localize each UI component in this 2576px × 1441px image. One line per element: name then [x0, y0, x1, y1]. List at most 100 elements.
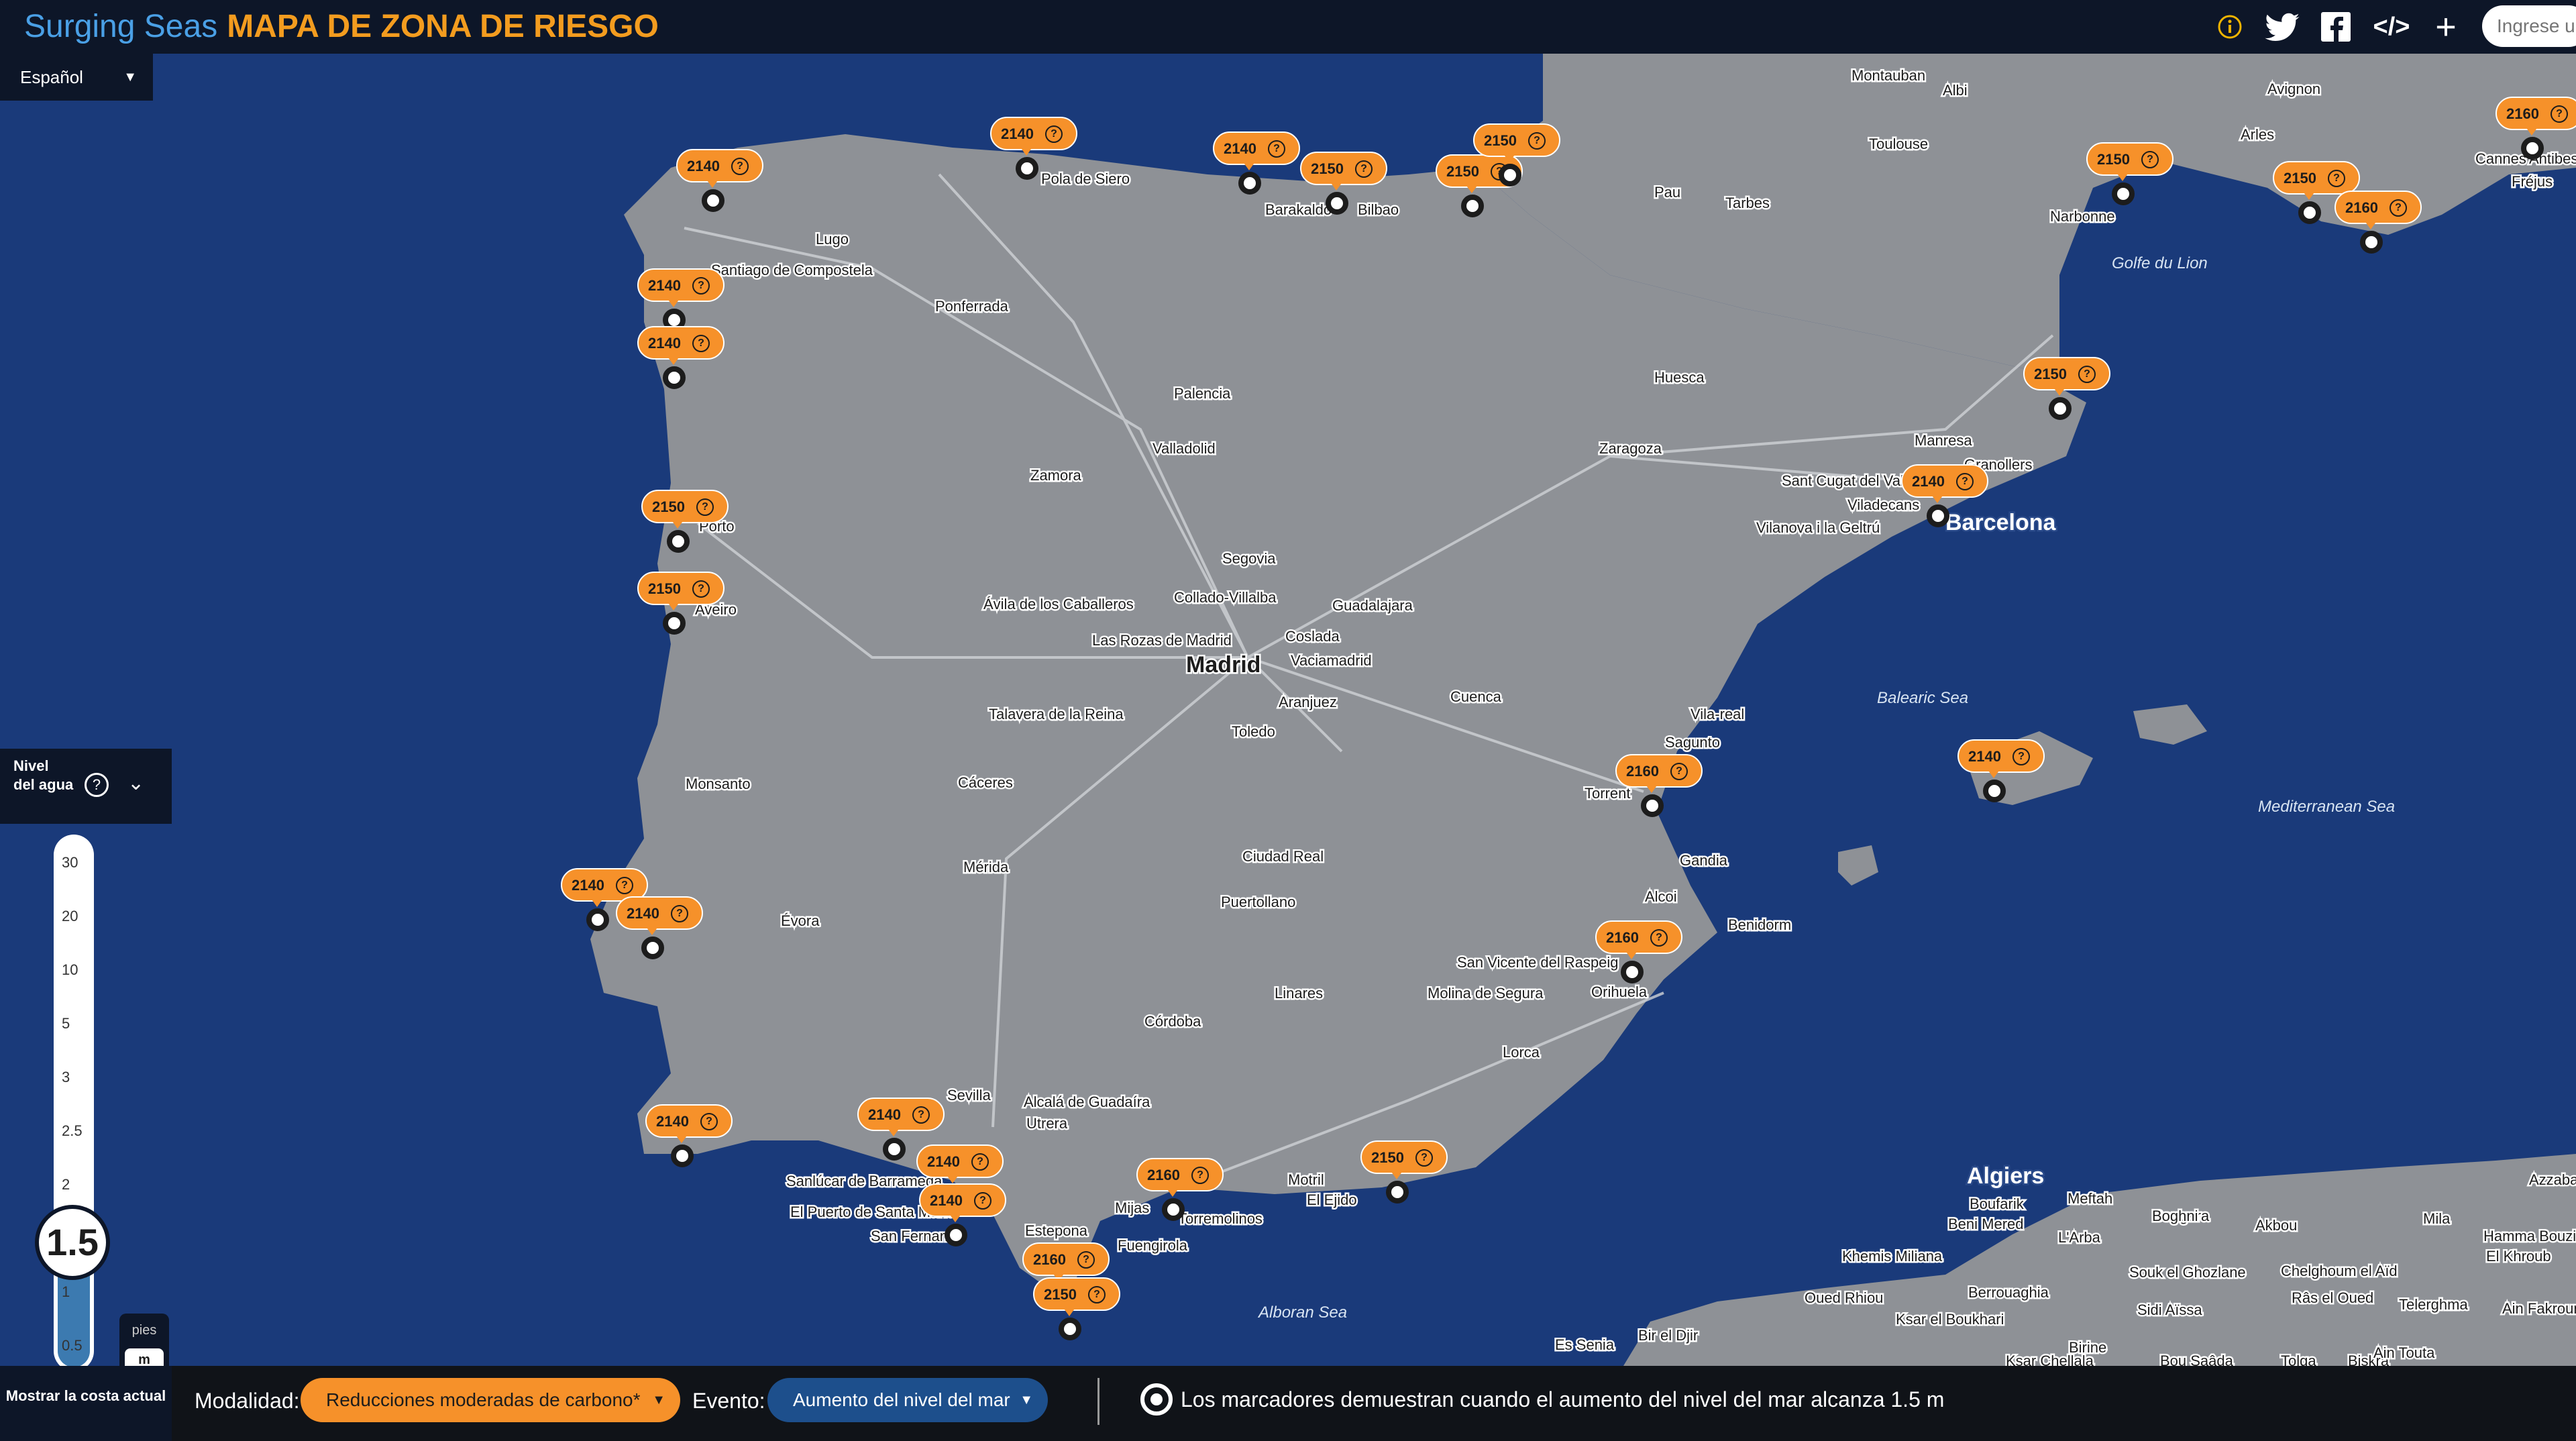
info-icon[interactable] — [2216, 8, 2243, 46]
label-toledo: Toledo — [1232, 723, 1275, 740]
label-narbonne: Narbonne — [2050, 208, 2115, 225]
water-level-value[interactable]: 1.5 — [35, 1205, 110, 1280]
risk-marker[interactable]: 2160? — [1595, 920, 1682, 988]
label-telerghma: Telerghma — [2399, 1296, 2468, 1313]
label-larba: L'Arba — [2058, 1229, 2101, 1246]
label-motril: Motril — [1288, 1171, 1324, 1188]
label-algiers: Algiers — [1967, 1163, 2044, 1189]
risk-marker[interactable]: 2160? — [2334, 191, 2422, 258]
label-zamora: Zamora — [1030, 467, 1082, 484]
risk-marker[interactable]: 2150? — [1360, 1140, 1448, 1208]
label-madrid: Madrid — [1186, 652, 1260, 678]
risk-marker[interactable]: 2160? — [2496, 97, 2576, 164]
risk-marker[interactable]: 2140? — [616, 896, 703, 963]
label-lorca: Lorca — [1503, 1044, 1540, 1061]
risk-marker[interactable]: 2140? — [676, 149, 763, 216]
label-el-ejido: El Ejido — [1307, 1191, 1357, 1208]
label-balearic-sea: Balearic Sea — [1877, 689, 1968, 707]
label-toulouse: Toulouse — [1869, 136, 1928, 152]
label-cuenca: Cuenca — [1450, 688, 1502, 705]
label-meftah: Meftah — [2068, 1190, 2112, 1207]
label-linares: Linares — [1275, 985, 1323, 1002]
water-level-label: Nivel del agua — [13, 757, 74, 793]
label-el-khroub: El Khroub — [2486, 1248, 2551, 1265]
chevron-down-icon: ▼ — [652, 1393, 665, 1407]
modality-label: Modalidad: — [195, 1389, 300, 1413]
page-title: MAPA DE ZONA DE RIESGO — [227, 9, 659, 44]
risk-marker[interactable]: 2160? — [1615, 754, 1703, 821]
risk-marker[interactable]: 2150? — [1473, 123, 1560, 191]
risk-marker[interactable]: 2150? — [1033, 1277, 1120, 1344]
label-bir-el-djir: Bir el Djir — [1638, 1327, 1698, 1344]
risk-marker[interactable]: 2150? — [2086, 142, 2174, 209]
label-mila: Mila — [2423, 1210, 2451, 1227]
unit-feet-button[interactable]: pies — [125, 1319, 164, 1342]
label-sagunto: Sagunto — [1665, 734, 1720, 751]
modality-dropdown[interactable]: Reducciones moderadas de carbono* ▼ — [301, 1378, 680, 1422]
label-collado-villalba: Collado-Villalba — [1174, 589, 1277, 606]
risk-marker[interactable]: 2140? — [1957, 739, 2045, 806]
label-chelghoum: Chelghoum el Aïd — [2281, 1263, 2398, 1279]
risk-marker[interactable]: 2140? — [919, 1183, 1006, 1250]
label-manresa: Manresa — [1915, 432, 1972, 449]
label-alcoi: Alcoi — [1645, 888, 1677, 905]
label-ain-fakroun: Ain Fakroun — [2502, 1300, 2576, 1317]
tick-label: 30 — [62, 854, 78, 871]
modality-value: Reducciones moderadas de carbono* — [326, 1389, 641, 1410]
label-lugo: Lugo — [816, 231, 849, 248]
risk-marker[interactable]: 2150? — [2023, 357, 2110, 424]
search-input[interactable] — [2482, 5, 2576, 47]
label-beni-mered: Beni Mered — [1948, 1216, 2024, 1232]
label-pau: Pau — [1654, 184, 1680, 201]
show-coast-button[interactable]: Mostrar la costa actual — [0, 1366, 172, 1441]
risk-marker[interactable]: 2140? — [1901, 464, 1988, 531]
label-souk: Souk el Ghozlane — [2129, 1264, 2246, 1281]
event-label: Evento: — [692, 1389, 765, 1413]
risk-marker[interactable]: 2150? — [637, 572, 724, 639]
label-hamma-bouziane: Hamma Bouziane — [2483, 1228, 2576, 1244]
app-brand[interactable]: Surging Seas MAPA DE ZONA DE RIESGO — [24, 7, 659, 47]
risk-marker[interactable]: 2150? — [641, 490, 729, 557]
chevron-down-icon[interactable]: ⌄ — [127, 771, 144, 795]
label-santiago: Santiago de Compostela — [711, 262, 873, 278]
label-ksar-chellala: Ksar Chellala — [2006, 1352, 2094, 1366]
divider — [1097, 1378, 1099, 1425]
label-sidi-aissa: Sidi Aïssa — [2137, 1301, 2202, 1318]
label-cordoba: Córdoba — [1144, 1013, 1201, 1030]
risk-marker[interactable]: 2140? — [990, 117, 1077, 184]
label-akbou: Akbou — [2255, 1217, 2297, 1234]
risk-marker[interactable]: 2140? — [637, 326, 724, 393]
risk-marker[interactable]: 2140? — [1213, 131, 1300, 199]
event-value: Aumento del nivel del mar — [793, 1389, 1010, 1410]
event-dropdown[interactable]: Aumento del nivel del mar ▼ — [767, 1378, 1048, 1422]
language-select[interactable]: Español ▼ — [0, 54, 153, 101]
label-guadalajara: Guadalajara — [1332, 597, 1413, 614]
marker-note: Los marcadores demuestran cuando el aume… — [1181, 1387, 1945, 1411]
help-icon[interactable]: ? — [85, 773, 109, 797]
label-vaciamadrid: Vaciamadrid — [1291, 652, 1372, 669]
tick-label: 5 — [62, 1015, 70, 1032]
facebook-icon[interactable] — [2318, 8, 2353, 46]
marker-radio[interactable] — [1140, 1383, 1173, 1416]
risk-marker[interactable]: 2140? — [645, 1104, 733, 1171]
risk-marker[interactable]: 2160? — [1136, 1158, 1224, 1225]
label-alcala: Alcalá de Guadaíra — [1024, 1093, 1150, 1110]
tick-label: 1 — [62, 1283, 70, 1300]
water-level-slider[interactable]: 30 20 10 5 3 2.5 2 1 0.5 — [54, 835, 94, 1371]
map-canvas[interactable]: Pola de Siero Barakaldo Bilbao Lugo Sant… — [0, 54, 2576, 1366]
embed-code-icon[interactable]: </> — [2368, 8, 2415, 46]
chevron-down-icon: ▼ — [1020, 1393, 1033, 1407]
plus-icon[interactable]: + — [2427, 8, 2465, 46]
brand-name[interactable]: Surging Seas — [24, 9, 217, 44]
twitter-icon[interactable] — [2262, 8, 2302, 46]
label-aranjuez: Aranjuez — [1279, 694, 1337, 710]
label-benidorm: Benidorm — [1728, 916, 1791, 933]
risk-marker[interactable]: 2140? — [637, 268, 724, 335]
label-gandia: Gandia — [1680, 852, 1728, 869]
label-oued-rhiou: Oued Rhiou — [1805, 1289, 1883, 1306]
label-merida: Mérida — [963, 859, 1009, 875]
label-alboran-sea: Alboran Sea — [1257, 1303, 1347, 1322]
risk-marker[interactable]: 2150? — [1300, 152, 1387, 219]
tick-label: 2.5 — [62, 1122, 83, 1139]
label-tolga: Tolga — [2281, 1352, 2316, 1366]
